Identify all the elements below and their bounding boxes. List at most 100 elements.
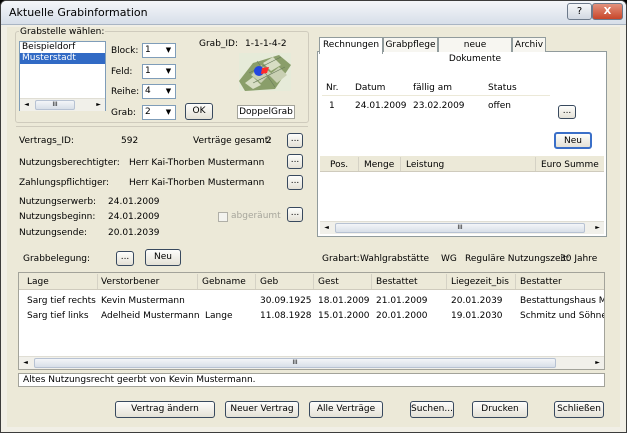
scroll-right-icon[interactable]: ►	[92, 99, 105, 111]
tab-neue-dokumente[interactable]: neue Dokumente	[438, 37, 512, 64]
grabbelegung-more-button[interactable]: ...	[116, 251, 134, 266]
grave-map-thumbnail	[239, 53, 291, 91]
table-row[interactable]: Sarg tief rechts Kevin Mustermann 30.09.…	[19, 295, 604, 308]
grabbelegung-table: Lage Verstorbener Gebname Geb Gest Besta…	[18, 272, 605, 370]
block-select[interactable]: 1 ▼	[142, 43, 176, 58]
cell-bestatter: Schmitz und Söhne	[520, 311, 604, 321]
tab-rechnungen[interactable]: Rechnungen	[319, 37, 383, 54]
vertraege-more-button[interactable]: ...	[287, 133, 303, 148]
cell-gebname: Lange	[205, 311, 233, 321]
chevron-down-icon[interactable]: ▼	[163, 45, 174, 56]
scroll-thumb[interactable]: III	[35, 100, 75, 110]
tab-archiv[interactable]: Archiv	[512, 37, 546, 52]
rechnungen-col-faellig: fällig am	[413, 83, 453, 93]
cell-verstorbener: Kevin Mustermann	[101, 296, 185, 306]
grab-id-label: Grab_ID:	[199, 39, 239, 49]
col-gebname: Gebname	[202, 277, 246, 287]
alle-vertraege-button[interactable]: Alle Verträge	[309, 401, 383, 418]
abgeraeumt-checkbox[interactable]	[218, 212, 228, 222]
tab-panel: Nr. Datum fällig am Status 1 24.01.2009 …	[317, 51, 607, 237]
nutzungserwerb-value: 24.01.2009	[108, 197, 160, 207]
cell-bestatter: Bestattungshaus Me	[520, 296, 604, 306]
table-row[interactable]: Sarg tief links Adelheid Mustermann Lang…	[19, 310, 604, 323]
col-bestattet: Bestattet	[376, 277, 418, 287]
nutzungsbeginn-label: Nutzungsbeginn:	[19, 212, 96, 222]
scroll-left-icon[interactable]: ◄	[320, 222, 333, 234]
grab-type-field: DoppelGrab	[237, 105, 295, 119]
zahlungspflichtiger-more-button[interactable]: ...	[287, 175, 303, 190]
window-title: Aktuelle Grabinformation	[9, 6, 148, 19]
location-item[interactable]: Beispieldorf	[20, 42, 105, 53]
nutzungsberechtigter-label: Nutzungsberechtigter:	[19, 158, 120, 168]
vertrags-id-label: Vertrags_ID:	[19, 136, 74, 146]
cell-lage: Sarg tief rechts	[27, 296, 96, 306]
reihe-select[interactable]: 4 ▼	[142, 84, 176, 99]
chevron-down-icon[interactable]: ▼	[163, 86, 174, 97]
positions-header: Pos. Menge Leistung Euro Summe	[320, 156, 604, 172]
scroll-left-icon[interactable]: ◄	[20, 99, 33, 111]
rechnungen-col-status: Status	[488, 83, 517, 93]
close-button[interactable]: X	[592, 3, 623, 20]
nutzungszeit-label: Reguläre Nutzungszeit:	[465, 254, 570, 264]
table-scrollbar[interactable]: ◄ III ►	[19, 356, 604, 369]
nutzungsbeginn-value: 24.01.2009	[108, 212, 160, 222]
feld-label: Feld:	[111, 67, 133, 77]
feld-select[interactable]: 1 ▼	[142, 64, 176, 79]
vertrag-aendern-button[interactable]: Vertrag ändern	[115, 401, 215, 418]
scroll-thumb[interactable]: III	[335, 223, 585, 233]
grabbelegung-neu-button[interactable]: Neu	[145, 249, 181, 266]
grabart-code: WG	[441, 254, 457, 264]
rechnung-faellig: 23.02.2009	[413, 101, 465, 111]
neuer-vertrag-button[interactable]: Neuer Vertrag	[225, 401, 299, 418]
location-list[interactable]: Beispieldorf Musterstadt ◄ III ►	[19, 41, 106, 111]
status-field: Altes Nutzungsrecht geerbt von Kevin Mus…	[18, 373, 605, 387]
abgeraeumt-more-button[interactable]: ...	[287, 207, 303, 222]
scroll-right-icon[interactable]: ►	[591, 222, 604, 234]
tab-grabpflege[interactable]: Grabpflege	[383, 37, 438, 52]
nutzungsberechtigter-more-button[interactable]: ...	[287, 154, 303, 169]
scroll-right-icon[interactable]: ►	[591, 357, 604, 369]
cell-geb: 11.08.1928	[260, 311, 312, 321]
grab-id-value: 1-1-1-4-2	[245, 39, 287, 49]
zahlungspflichtiger-label: Zahlungspflichtiger:	[19, 178, 110, 188]
col-geb: Geb	[260, 277, 279, 287]
nutzungsberechtigter-value: Herr Kai-Thorben Mustermann	[129, 158, 265, 168]
reihe-label: Reihe:	[111, 87, 140, 97]
nutzungsende-value: 20.01.2039	[108, 228, 160, 238]
nutzungsende-label: Nutzungsende:	[19, 228, 88, 238]
grab-select[interactable]: 2 ▼	[142, 105, 176, 120]
location-item-selected[interactable]: Musterstadt	[20, 53, 105, 64]
rechnungen-col-datum: Datum	[355, 83, 386, 93]
block-label: Block:	[111, 46, 139, 56]
rechnung-more-button[interactable]: ...	[558, 105, 576, 119]
rechnung-datum: 24.01.2009	[355, 101, 407, 111]
scroll-left-icon[interactable]: ◄	[19, 357, 32, 369]
pos-col-menge: Menge	[364, 160, 395, 170]
help-button[interactable]: ?	[567, 3, 592, 20]
suchen-button[interactable]: Suchen...	[410, 401, 454, 418]
cell-gest: 18.01.2009	[318, 296, 370, 306]
rechnung-status: offen	[488, 101, 511, 111]
vertraege-gesamt-value: 2	[266, 136, 272, 146]
col-verstorbener: Verstorbener	[101, 277, 160, 287]
cell-lage: Sarg tief links	[27, 311, 89, 321]
cell-liegezeit-bis: 19.01.2030	[451, 311, 503, 321]
location-list-scrollbar[interactable]: ◄ III ►	[20, 98, 105, 111]
dialog-client: Grabstelle wählen: Beispieldorf Musterst…	[7, 27, 620, 427]
schliessen-button[interactable]: Schließen	[554, 401, 604, 418]
pos-col-pos: Pos.	[330, 160, 349, 170]
col-gest: Gest	[318, 277, 339, 287]
vertrags-id-value: 592	[121, 136, 139, 146]
rechnung-neu-button[interactable]: Neu	[554, 132, 592, 149]
rechnungen-col-nr: Nr.	[326, 83, 339, 93]
chevron-down-icon[interactable]: ▼	[163, 107, 174, 118]
col-liegezeit-bis: Liegezeit_bis	[451, 277, 509, 287]
scroll-thumb[interactable]: III	[34, 358, 556, 368]
nutzungserwerb-label: Nutzungserwerb:	[19, 197, 97, 207]
chevron-down-icon[interactable]: ▼	[163, 66, 174, 77]
dialog-window: Aktuelle Grabinformation ? X Grabstelle …	[0, 0, 627, 433]
positions-scrollbar[interactable]: ◄ III ►	[320, 221, 604, 234]
drucken-button[interactable]: Drucken	[472, 401, 528, 418]
col-bestatter: Bestatter	[520, 277, 562, 287]
ok-button[interactable]: OK	[185, 103, 213, 120]
